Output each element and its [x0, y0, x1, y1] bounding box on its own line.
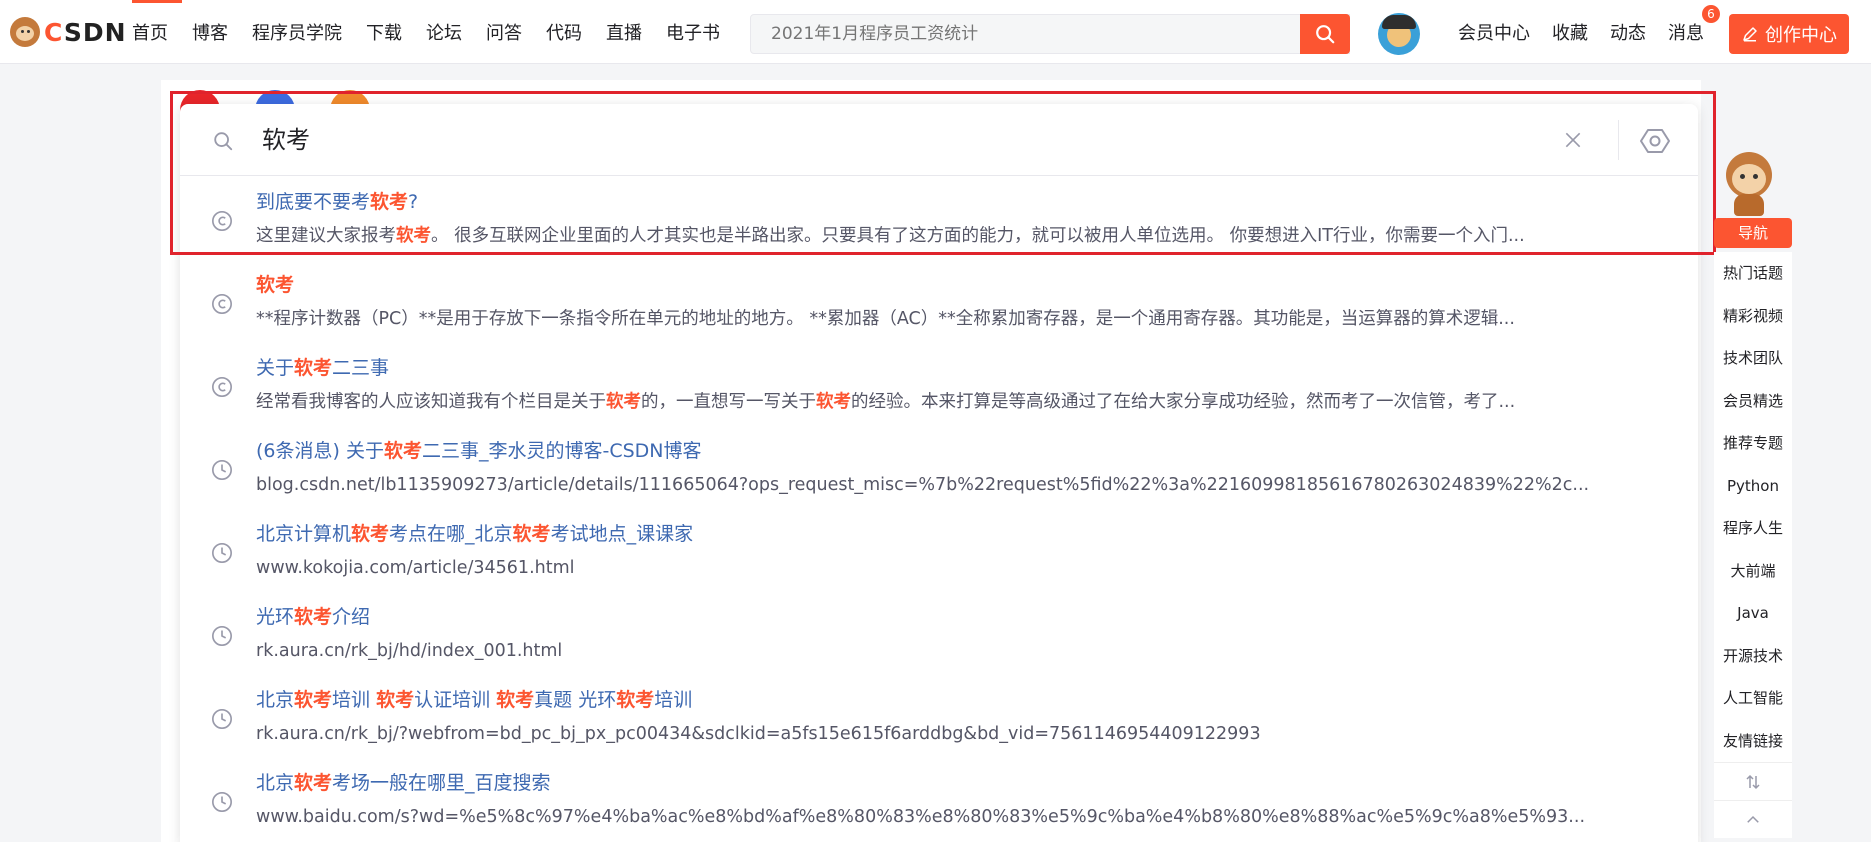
suggestion-title[interactable]: 到底要不要考软考?	[256, 188, 418, 216]
search-suggestion-panel: 软考 到底要不要考软考? 这里建议大家报考软考。 很多互联网企业里面的人才其实也是…	[180, 104, 1698, 848]
nav-code[interactable]: 代码	[546, 19, 582, 45]
suggestion-item[interactable]: 北京计算机软考考点在哪_北京软考考试地点_课课家 www.kokojia.com/…	[180, 518, 1698, 601]
bottom-strip	[0, 842, 1871, 848]
sidebar-item-programmer-life[interactable]: 程序人生	[1714, 507, 1792, 550]
suggestion-title[interactable]: 北京计算机软考考点在哪_北京软考考试地点_课课家	[256, 520, 693, 548]
suggestion-title[interactable]: 北京软考培训 软考认证培训 软考真题 光环软考培训	[256, 686, 692, 714]
link-activity[interactable]: 动态	[1610, 19, 1646, 45]
monkey-logo-icon	[10, 17, 40, 47]
link-vip-center[interactable]: 会员中心	[1458, 19, 1530, 45]
suggestion-item[interactable]: 关于软考二三事经常看我博客的人应该知道我有个栏目是关于软考的，一直想写一写关于软…	[180, 352, 1698, 435]
pen-icon	[1743, 27, 1757, 42]
header-search-box	[750, 14, 1350, 54]
user-links: 会员中心 收藏 动态 消息 6	[1458, 0, 1726, 64]
link-favorites[interactable]: 收藏	[1552, 19, 1588, 45]
copyright-icon	[211, 376, 233, 402]
clock-icon	[211, 791, 233, 817]
clock-icon	[211, 625, 233, 651]
user-avatar[interactable]	[1378, 13, 1420, 55]
close-icon[interactable]	[1563, 130, 1583, 150]
clock-icon	[211, 542, 233, 568]
main-nav: 首页 博客 程序员学院 下载 论坛 问答 代码 直播 电子书	[132, 0, 744, 64]
suggestion-description: blog.csdn.net/lb1135909273/article/detai…	[256, 475, 1590, 495]
chevron-up-icon	[1747, 815, 1759, 823]
suggestion-item[interactable]: 软考 **程序计数器（PC）**是用于存放下一条指令所在单元的地址的地方。 **累…	[180, 269, 1698, 352]
sidebar-item-java[interactable]: Java	[1714, 592, 1792, 635]
messages-label: 消息	[1668, 23, 1704, 44]
suggestion-item[interactable]: 到底要不要考软考? 这里建议大家报考软考。 很多互联网企业里面的人才其实也是半路出…	[180, 186, 1698, 269]
suggestion-description: www.baidu.com/s?wd=%e5%8c%97%e4%ba%ac%e8…	[256, 807, 1586, 827]
suggestion-item[interactable]: (6条消息) 关于软考二三事_李水灵的博客-CSDN博客 blog.csdn.ne…	[180, 435, 1698, 518]
sidebar-item-open-source[interactable]: 开源技术	[1714, 635, 1792, 678]
sidebar-item-ai[interactable]: 人工智能	[1714, 677, 1792, 720]
suggestion-title[interactable]: 北京软考考场一般在哪里_百度搜索	[256, 769, 551, 797]
nav-ebook[interactable]: 电子书	[666, 19, 720, 45]
suggestion-description: 这里建议大家报考软考。 很多互联网企业里面的人才其实也是半路出家。只要具有了这方…	[256, 226, 1525, 246]
nav-download[interactable]: 下载	[366, 19, 402, 45]
logo-letter-c: C	[44, 17, 64, 47]
nav-qa[interactable]: 问答	[486, 19, 522, 45]
header-search-button[interactable]	[1300, 14, 1350, 54]
sidebar-nav-tab[interactable]: 导航	[1714, 218, 1792, 248]
sidebar-nav-list: 热门话题 精彩视频 技术团队 会员精选 推荐专题 Python 程序人生 大前端…	[1714, 252, 1792, 838]
sort-arrows-icon	[1746, 774, 1760, 789]
sidebar-item-vip-picks[interactable]: 会员精选	[1714, 380, 1792, 423]
suggestion-description: www.kokojia.com/article/34561.html	[256, 558, 575, 578]
back-to-top-button[interactable]	[1714, 800, 1792, 838]
nav-live[interactable]: 直播	[606, 19, 642, 45]
sidebar-item-links[interactable]: 友情链接	[1714, 720, 1792, 763]
suggestion-item[interactable]: 北京软考考场一般在哪里_百度搜索 www.baidu.com/s?wd=%e5%8…	[180, 767, 1698, 848]
sidebar-item-videos[interactable]: 精彩视频	[1714, 295, 1792, 338]
suggestion-item[interactable]: 北京软考培训 软考认证培训 软考真题 光环软考培训 rk.aura.cn/rk_b…	[180, 684, 1698, 767]
suggestion-title[interactable]: (6条消息) 关于软考二三事_李水灵的博客-CSDN博客	[256, 437, 702, 465]
clock-icon	[211, 708, 233, 734]
settings-hexagon-icon[interactable]	[1640, 126, 1670, 156]
search-bar-divider	[1618, 120, 1619, 160]
suggestion-item[interactable]: 光环软考介绍 rk.aura.cn/rk_bj/hd/index_001.html	[180, 601, 1698, 684]
logo-letters-sdn: SDN	[63, 17, 127, 47]
sidebar-item-python[interactable]: Python	[1714, 465, 1792, 508]
sidebar-item-featured[interactable]: 推荐专题	[1714, 422, 1792, 465]
link-messages[interactable]: 消息 6	[1668, 5, 1720, 45]
nav-academy[interactable]: 程序员学院	[252, 19, 342, 45]
sidebar-item-hot-topics[interactable]: 热门话题	[1714, 252, 1792, 295]
sidebar-item-tech-teams[interactable]: 技术团队	[1714, 337, 1792, 380]
copyright-icon	[211, 293, 233, 319]
search-icon	[214, 132, 233, 151]
dropdown-search-bar: 软考	[180, 104, 1698, 176]
suggestion-description: rk.aura.cn/rk_bj/?webfrom=bd_pc_bj_px_pc…	[256, 724, 1261, 744]
suggestion-title[interactable]: 关于软考二三事	[256, 354, 389, 382]
suggestion-list: 到底要不要考软考? 这里建议大家报考软考。 很多互联网企业里面的人才其实也是半路出…	[180, 186, 1698, 848]
nav-blog[interactable]: 博客	[192, 19, 228, 45]
suggestion-title[interactable]: 光环软考介绍	[256, 603, 370, 631]
suggestion-title[interactable]: 软考	[256, 271, 294, 299]
copyright-icon	[211, 210, 233, 236]
sidebar-sort-control[interactable]	[1714, 762, 1792, 800]
nav-home[interactable]: 首页	[132, 19, 168, 45]
search-icon	[1316, 25, 1335, 44]
suggestion-description: 经常看我博客的人应该知道我有个栏目是关于软考的，一直想写一写关于软考的经验。本来…	[256, 392, 1516, 412]
suggestion-description: **程序计数器（PC）**是用于存放下一条指令所在单元的地址的地方。 **累加器…	[256, 309, 1515, 329]
csdn-logo[interactable]: CSDN	[10, 16, 127, 48]
message-count-badge: 6	[1702, 5, 1720, 23]
create-center-label: 创作中心	[1765, 25, 1837, 46]
nav-forum[interactable]: 论坛	[426, 19, 462, 45]
clock-icon	[211, 459, 233, 485]
sidebar-item-frontend[interactable]: 大前端	[1714, 550, 1792, 593]
create-center-button[interactable]: 创作中心	[1729, 14, 1849, 54]
suggestion-description: rk.aura.cn/rk_bj/hd/index_001.html	[256, 641, 563, 661]
search-query-input[interactable]: 软考	[262, 124, 310, 156]
mascot-monkey-icon	[1718, 146, 1780, 218]
top-navbar: CSDN 首页 博客 程序员学院 下载 论坛 问答 代码 直播 电子书 会员中心…	[0, 0, 1871, 64]
header-search-input[interactable]	[751, 15, 1349, 53]
